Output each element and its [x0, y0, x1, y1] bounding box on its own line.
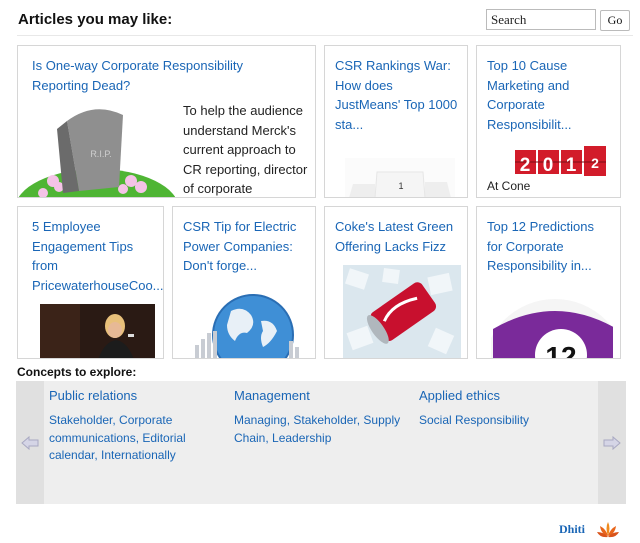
search-input[interactable] [486, 9, 596, 30]
concept-heading[interactable]: Applied ethics [419, 387, 594, 404]
arrow-left-icon [21, 435, 39, 451]
article-title[interactable]: Is One-way Corporate Responsibility Repo… [32, 56, 243, 95]
concepts-label: Concepts to explore: [17, 365, 137, 379]
header: Articles you may like: Go [0, 0, 640, 36]
globe-icon[interactable] [191, 291, 303, 358]
ball-number-label: 12 [545, 341, 576, 359]
brand-name[interactable]: Dhiti [559, 522, 585, 537]
concept-links[interactable]: Social Responsibility [419, 412, 594, 430]
arrow-right-icon [603, 435, 621, 451]
rip-label: R.I.P. [90, 149, 111, 159]
concept-links[interactable]: Managing, Stakeholder, Supply Chain, Lea… [234, 412, 409, 447]
podium-rank-label: 1 [398, 181, 403, 191]
concepts-next-button[interactable] [598, 381, 626, 504]
concept-heading[interactable]: Management [234, 387, 409, 404]
concept-links[interactable]: Stakeholder, Corporate communications, E… [49, 412, 224, 465]
speaker-photo-icon[interactable] [40, 304, 155, 358]
concept-column: Management Managing, Stakeholder, Supply… [234, 387, 409, 447]
concept-column: Public relations Stakeholder, Corporate … [49, 387, 224, 465]
article-card[interactable]: Is One-way Corporate Responsibility Repo… [17, 45, 316, 198]
concept-column: Applied ethics Social Responsibility [419, 387, 594, 430]
article-card[interactable]: Top 12 Predictions for Corporate Respons… [476, 206, 621, 359]
article-card[interactable]: 5 Employee Engagement Tips from Pricewat… [17, 206, 164, 359]
article-title[interactable]: Top 10 Cause Marketing and Corporate Res… [487, 56, 572, 134]
article-title[interactable]: Top 12 Predictions for Corporate Respons… [487, 217, 594, 276]
concepts-prev-button[interactable] [16, 381, 44, 504]
svg-text:2: 2 [520, 155, 531, 176]
svg-text:2: 2 [591, 155, 599, 171]
article-title[interactable]: Coke's Latest Green Offering Lacks Fizz [335, 217, 453, 256]
svg-text:1: 1 [566, 155, 577, 176]
article-card[interactable]: CSR Rankings War: How does JustMeans' To… [324, 45, 468, 198]
article-card[interactable]: CSR Tip for Electric Power Companies: Do… [172, 206, 316, 359]
article-title[interactable]: CSR Tip for Electric Power Companies: Do… [183, 217, 296, 276]
svg-text:0: 0 [543, 155, 554, 176]
article-title[interactable]: CSR Rankings War: How does JustMeans' To… [335, 56, 457, 134]
lotus-logo-icon[interactable] [596, 520, 620, 540]
article-card[interactable]: Coke's Latest Green Offering Lacks Fizz [324, 206, 468, 359]
go-button[interactable]: Go [600, 10, 630, 31]
article-caption: At Cone [487, 179, 531, 193]
article-snippet: To help the audience understand Merck's … [183, 103, 308, 196]
page-title: Articles you may like: [18, 11, 173, 28]
soda-can-ice-icon[interactable] [343, 265, 461, 358]
concepts-panel: Public relations Stakeholder, Corporate … [16, 381, 626, 504]
article-title[interactable]: 5 Employee Engagement Tips from Pricewat… [32, 217, 163, 295]
podium-icon[interactable]: 1 [345, 158, 455, 197]
year-counter-icon[interactable]: 2 0 1 2 [515, 144, 615, 178]
billiard-ball-icon[interactable]: 12 [491, 293, 613, 359]
article-card[interactable]: Top 10 Cause Marketing and Corporate Res… [476, 45, 621, 198]
gravestone-icon[interactable]: R.I.P. [19, 101, 175, 197]
concept-heading[interactable]: Public relations [49, 387, 224, 404]
divider [17, 35, 633, 36]
